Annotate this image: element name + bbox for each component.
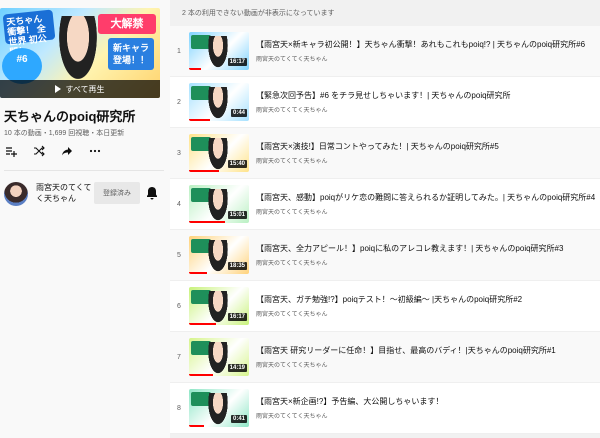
- notification-bell-icon[interactable]: [146, 186, 158, 200]
- watch-progress-bar: [189, 425, 204, 427]
- video-index: 3: [177, 150, 181, 157]
- hero-person-image: [56, 16, 100, 86]
- video-channel[interactable]: 雨宮天のてくてく天ちゃん: [256, 411, 327, 420]
- video-duration: 14:19: [227, 364, 247, 372]
- thumbnail-person-image: [207, 393, 229, 427]
- playlist-sidebar: 天ちゃん衝撃！ 全世界 初公開！ 大解禁 新キャラ 登場！！ #6 すべて再生 …: [0, 0, 170, 438]
- play-icon: [55, 85, 62, 93]
- video-title[interactable]: 【雨宮天、感動】poiqがリケ恋の難問に答えられるか証明してみた。| 天ちゃんの…: [256, 192, 596, 203]
- playlist-video-row[interactable]: 1 16:17 【雨宮天×新キャラ初公開！】天ちゃん衝撃！あれもこれもpoiq!? …: [170, 26, 600, 77]
- video-title[interactable]: 【雨宮天、ガチ勉強!?】poiqテスト！～初級編～ |天ちゃんのpoiq研究所#…: [256, 294, 596, 305]
- thumbnail-person-image: [207, 240, 229, 274]
- video-channel[interactable]: 雨宮天のてくてく天ちゃん: [256, 105, 327, 114]
- playlist-video-row[interactable]: 7 14:19 【雨宮天 研究リーダーに任命！】目指せ、最高のバディ！|天ちゃんのp…: [170, 332, 600, 383]
- video-duration: 18:35: [227, 262, 247, 270]
- video-index: 8: [177, 405, 181, 412]
- watch-progress-bar: [189, 119, 210, 121]
- video-thumbnail[interactable]: 0:41: [189, 389, 249, 427]
- playlist-hero-thumbnail[interactable]: 天ちゃん衝撃！ 全世界 初公開！ 大解禁 新キャラ 登場！！ #6 すべて再生: [0, 8, 160, 98]
- video-title[interactable]: 【雨宮天、全力アピール！】poiqに私のアレコレ教えます！| 天ちゃんのpoiq…: [256, 243, 596, 254]
- video-thumbnail[interactable]: 0:44: [189, 83, 249, 121]
- watch-progress-bar: [189, 170, 219, 172]
- thumbnail-person-image: [207, 138, 229, 172]
- subscribe-button[interactable]: 登録済み: [94, 182, 140, 204]
- video-index: 7: [177, 354, 181, 361]
- playlist-video-row[interactable]: 3 15:40 【雨宮天×演技!】日常コントやってみた！| 天ちゃんのpoiq研究所…: [170, 128, 600, 179]
- playlist-video-row[interactable]: 6 16:17 【雨宮天、ガチ勉強!?】poiqテスト！～初級編～ |天ちゃんのpo…: [170, 281, 600, 332]
- video-duration: 15:40: [227, 160, 247, 168]
- video-channel[interactable]: 雨宮天のてくてく天ちゃん: [256, 258, 327, 267]
- thumbnail-person-image: [207, 36, 229, 70]
- hero-badge-left: 天ちゃん衝撃！ 全世界 初公開！: [2, 9, 56, 57]
- share-icon[interactable]: [60, 144, 74, 158]
- play-all-overlay[interactable]: すべて再生: [0, 80, 160, 98]
- video-index: 6: [177, 303, 181, 310]
- video-index: 2: [177, 99, 181, 106]
- video-channel[interactable]: 雨宮天のてくてく天ちゃん: [256, 54, 327, 63]
- video-channel[interactable]: 雨宮天のてくてく天ちゃん: [256, 156, 327, 165]
- playlist-video-list: 1 16:17 【雨宮天×新キャラ初公開！】天ちゃん衝撃！あれもこれもpoiq!? …: [170, 26, 600, 434]
- thumbnail-person-image: [207, 189, 229, 223]
- video-duration: 15:01: [227, 211, 247, 219]
- hero-badge-right-top: 大解禁: [98, 14, 156, 34]
- video-title[interactable]: 【雨宮天×新キャラ初公開！】天ちゃん衝撃！あれもこれもpoiq!? | 天ちゃん…: [256, 39, 596, 50]
- video-thumbnail[interactable]: 18:35: [189, 236, 249, 274]
- video-title[interactable]: 【雨宮天×新企画!?】予告編、大公開しちゃいます！: [256, 396, 596, 407]
- video-channel[interactable]: 雨宮天のてくてく天ちゃん: [256, 360, 327, 369]
- watch-progress-bar: [189, 272, 207, 274]
- owner-name[interactable]: 雨宮天のてくてく天ちゃん: [36, 182, 96, 204]
- playlist-video-row[interactable]: 2 0:44 【緊急次回予告】#6 をチラ見せしちゃいます！| 天ちゃんのpoiq研…: [170, 77, 600, 128]
- thumbnail-person-image: [207, 291, 229, 325]
- video-channel[interactable]: 雨宮天のてくてく天ちゃん: [256, 309, 327, 318]
- video-index: 4: [177, 201, 181, 208]
- video-thumbnail[interactable]: 15:40: [189, 134, 249, 172]
- more-options-icon[interactable]: [88, 144, 102, 158]
- add-to-queue-icon[interactable]: [4, 144, 18, 158]
- play-all-label: すべて再生: [65, 84, 105, 94]
- playlist-video-row[interactable]: 4 15:01 【雨宮天、感動】poiqがリケ恋の難問に答えられるか証明してみた。|…: [170, 179, 600, 230]
- playlist-video-row[interactable]: 5 18:35 【雨宮天、全力アピール！】poiqに私のアレコレ教えます！| 天ちゃ…: [170, 230, 600, 281]
- video-title[interactable]: 【緊急次回予告】#6 をチラ見せしちゃいます！| 天ちゃんのpoiq研究所: [256, 90, 596, 101]
- video-title[interactable]: 【雨宮天 研究リーダーに任命！】目指せ、最高のバディ！|天ちゃんのpoiq研究所…: [256, 345, 596, 356]
- video-duration: 16:17: [227, 313, 247, 321]
- video-index: 5: [177, 252, 181, 259]
- owner-avatar[interactable]: [4, 182, 28, 206]
- playlist-meta: 10 本の動画・1,699 回視聴・本日更新: [4, 130, 125, 137]
- watch-progress-bar: [189, 323, 216, 325]
- video-thumbnail[interactable]: 14:19: [189, 338, 249, 376]
- watch-progress-bar: [189, 374, 213, 376]
- thumbnail-person-image: [207, 87, 229, 121]
- playlist-owner: 雨宮天のてくてく天ちゃん 登録済み: [4, 180, 164, 210]
- hero-badge-number: #6: [2, 48, 42, 84]
- video-channel[interactable]: 雨宮天のてくてく天ちゃん: [256, 207, 327, 216]
- video-duration: 0:44: [230, 109, 247, 117]
- video-thumbnail[interactable]: 15:01: [189, 185, 249, 223]
- thumbnail-person-image: [207, 342, 229, 376]
- playlist-video-row[interactable]: 8 0:41 【雨宮天×新企画!?】予告編、大公開しちゃいます！ 雨宮天のてくてく天ち…: [170, 383, 600, 434]
- video-title[interactable]: 【雨宮天×演技!】日常コントやってみた！| 天ちゃんのpoiq研究所#5: [256, 141, 596, 152]
- video-duration: 0:41: [230, 415, 247, 423]
- video-thumbnail[interactable]: 16:17: [189, 287, 249, 325]
- video-index: 1: [177, 48, 181, 55]
- sidebar-divider: [4, 170, 164, 171]
- watch-progress-bar: [189, 221, 225, 223]
- playlist-actions: [4, 144, 102, 158]
- hidden-videos-notice: 2 本の利用できない動画が非表示になっています: [182, 10, 335, 17]
- hero-badge-right: 新キャラ 登場！！: [108, 38, 154, 70]
- watch-progress-bar: [189, 68, 201, 70]
- playlist-title: 天ちゃんのpoiq研究所: [4, 109, 136, 124]
- page: 天ちゃん衝撃！ 全世界 初公開！ 大解禁 新キャラ 登場！！ #6 すべて再生 …: [0, 0, 600, 438]
- video-thumbnail[interactable]: 16:17: [189, 32, 249, 70]
- shuffle-icon[interactable]: [32, 144, 46, 158]
- video-duration: 16:17: [227, 58, 247, 66]
